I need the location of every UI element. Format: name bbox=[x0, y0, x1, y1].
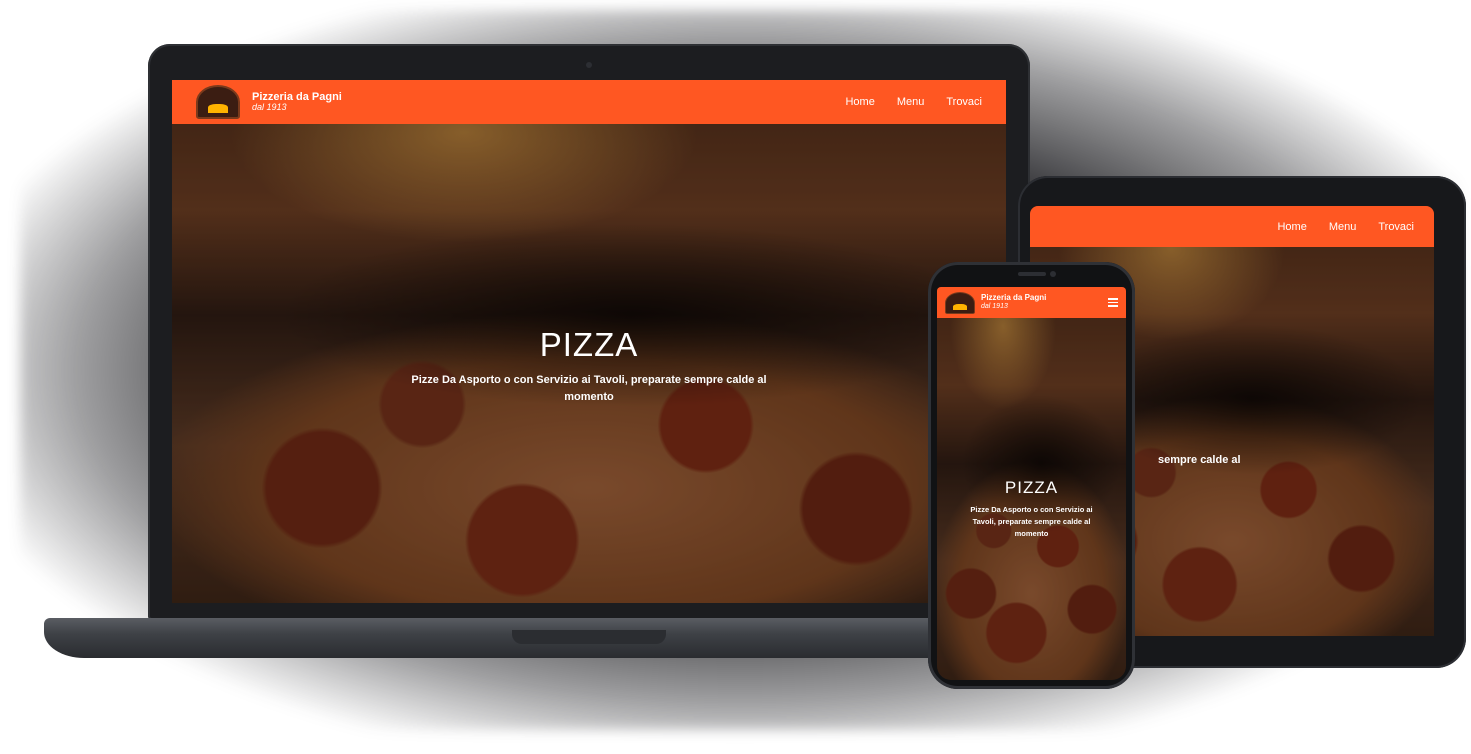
laptop-screen: Pizzeria da Pagni dal 1913 Home Menu Tro… bbox=[172, 80, 1006, 603]
brand[interactable]: Pizzeria da Pagni dal 1913 bbox=[196, 85, 342, 119]
phone-speaker bbox=[1018, 272, 1046, 276]
brand-text: Pizzeria da Pagni dal 1913 bbox=[252, 91, 342, 113]
phone-hero-subtitle: Pizze Da Asporto o con Servizio ai Tavol… bbox=[970, 505, 1093, 538]
tablet-nav-link-home[interactable]: Home bbox=[1277, 221, 1306, 233]
tablet-nav-link-menu[interactable]: Menu bbox=[1329, 221, 1357, 233]
tablet-navbar: Home Menu Trovaci bbox=[1030, 206, 1434, 247]
nav-link-trovaci[interactable]: Trovaci bbox=[946, 96, 982, 108]
phone-screen: Pizzeria da Pagni dal 1913 PIZZA Pizze D… bbox=[937, 287, 1126, 680]
phone-brand-since: dal 1913 bbox=[981, 303, 1008, 311]
laptop-camera bbox=[586, 62, 592, 68]
phone-hero-content: PIZZA Pizze Da Asporto o con Servizio ai… bbox=[959, 478, 1104, 540]
tablet-nav-link-trovaci[interactable]: Trovaci bbox=[1378, 221, 1414, 233]
pizza-oven-logo-icon bbox=[196, 85, 240, 119]
hero-title: PIZZA bbox=[539, 326, 639, 363]
navbar: Pizzeria da Pagni dal 1913 Home Menu Tro… bbox=[172, 80, 1006, 124]
pizza-oven-logo-icon bbox=[945, 291, 975, 314]
laptop-trackpad-notch bbox=[512, 630, 666, 644]
hamburger-menu-icon[interactable] bbox=[1108, 298, 1118, 307]
nav-link-home[interactable]: Home bbox=[845, 96, 874, 108]
phone-brand-text: Pizzeria da Pagni dal 1913 bbox=[981, 293, 1047, 311]
phone-brand-name: Pizzeria da Pagni bbox=[981, 293, 1047, 303]
phone-hero-title: PIZZA bbox=[1004, 478, 1059, 497]
nav-link-menu[interactable]: Menu bbox=[897, 96, 925, 108]
hero-subtitle: Pizze Da Asporto o con Servizio ai Tavol… bbox=[411, 374, 767, 403]
brand-since: dal 1913 bbox=[252, 102, 287, 113]
phone-camera bbox=[1050, 271, 1056, 277]
phone-navbar: Pizzeria da Pagni dal 1913 bbox=[937, 287, 1126, 318]
phone-brand[interactable]: Pizzeria da Pagni dal 1913 bbox=[945, 291, 1047, 314]
tablet-hero-content: sempre calde al bbox=[1090, 454, 1420, 466]
tablet-hero-subtitle-fragment: sempre calde al bbox=[1158, 454, 1241, 466]
hero-content: PIZZA Pizze Da Asporto o con Servizio ai… bbox=[402, 326, 776, 406]
tablet-nav-links: Home Menu Trovaci bbox=[1255, 221, 1414, 233]
nav-links: Home Menu Trovaci bbox=[823, 96, 982, 108]
